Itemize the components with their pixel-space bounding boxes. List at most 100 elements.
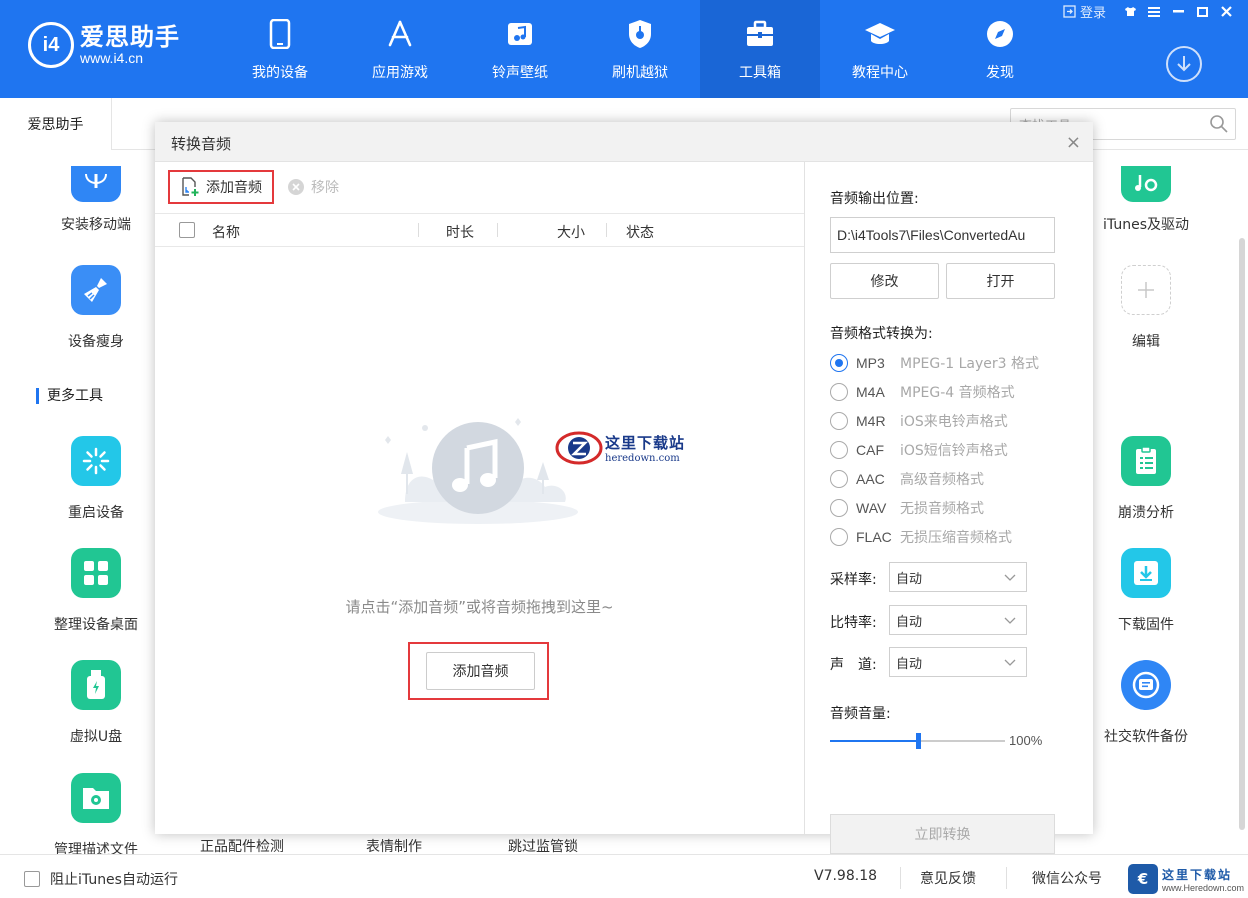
- tool-emoji-make[interactable]: 表情制作: [366, 836, 422, 856]
- nav-apps-games[interactable]: 应用游戏: [340, 0, 460, 98]
- dialog-title: 转换音频: [171, 135, 232, 153]
- convert-now-button[interactable]: 立即转换: [830, 814, 1055, 854]
- volume-label: 音频音量:: [830, 706, 891, 722]
- nav-ringtones[interactable]: 铃声壁纸: [460, 0, 580, 98]
- app-store-icon: [384, 18, 416, 50]
- music-note-icon: [504, 18, 536, 50]
- tool-restart-device[interactable]: 重启设备: [16, 436, 176, 522]
- column-duration[interactable]: 时长: [446, 222, 474, 242]
- window-controls: 登录: [1063, 2, 1238, 21]
- output-path-field[interactable]: D:\i4Tools7\Files\ConvertedAu: [830, 217, 1055, 253]
- open-button[interactable]: 打开: [946, 263, 1055, 299]
- grid-icon: [71, 548, 121, 598]
- chevron-down-icon: [1004, 574, 1016, 581]
- column-name[interactable]: 名称: [212, 222, 240, 242]
- volume-slider[interactable]: [830, 733, 1005, 749]
- nav-label: 应用游戏: [372, 65, 428, 81]
- add-audio-label: 添加音频: [206, 180, 262, 196]
- plus-icon: [1121, 265, 1171, 315]
- add-audio-button[interactable]: 添加音频: [168, 170, 274, 204]
- radio-button[interactable]: [830, 412, 848, 430]
- radio-button[interactable]: [830, 441, 848, 459]
- tool-organize-desktop[interactable]: 整理设备桌面: [16, 548, 176, 634]
- divider: [900, 867, 901, 889]
- column-status[interactable]: 状态: [626, 222, 654, 242]
- close-window-icon[interactable]: [1214, 3, 1238, 21]
- menu-icon[interactable]: [1142, 3, 1166, 21]
- login-icon: [1063, 5, 1076, 18]
- format-option-flac[interactable]: FLAC 无损压缩音频格式: [830, 527, 1012, 547]
- radio-button[interactable]: [830, 528, 848, 546]
- radio-button[interactable]: [830, 383, 848, 401]
- minimize-icon[interactable]: [1166, 3, 1190, 21]
- format-option-wav[interactable]: WAV 无损音频格式: [830, 498, 984, 518]
- radio-button[interactable]: [830, 354, 848, 372]
- maximize-icon[interactable]: [1190, 3, 1214, 21]
- version-label: V7.98.18: [814, 868, 878, 884]
- install-mobile-icon: [71, 166, 121, 202]
- logo-name: 爱思助手: [80, 23, 180, 51]
- nav-tutorials[interactable]: 教程中心: [820, 0, 940, 98]
- checkbox-box[interactable]: [24, 871, 40, 887]
- profile-gear-icon: [71, 773, 121, 823]
- skin-icon[interactable]: [1118, 3, 1142, 21]
- sample-rate-select[interactable]: 自动: [889, 562, 1027, 592]
- column-size[interactable]: 大小: [557, 222, 585, 242]
- format-option-m4a[interactable]: M4A MPEG-4 音频格式: [830, 382, 1015, 402]
- tool-genuine-check[interactable]: 正品配件检测: [200, 836, 284, 856]
- format-option-mp3[interactable]: MP3 MPEG-1 Layer3 格式: [830, 353, 1039, 373]
- heredown-logo-icon: €: [1128, 864, 1158, 894]
- tool-virtual-udisk[interactable]: 虚拟U盘: [16, 660, 176, 746]
- tab-i4-assistant[interactable]: 爱思助手: [0, 98, 112, 150]
- remove-button[interactable]: 移除: [287, 177, 339, 197]
- usb-drive-icon: [71, 660, 121, 710]
- channel-select[interactable]: 自动: [889, 647, 1027, 677]
- output-location-label: 音频输出位置:: [830, 191, 919, 207]
- status-bar: 阻止iTunes自动运行 V7.98.18 意见反馈 微信公众号 € 这里下载站…: [0, 854, 1248, 898]
- format-code: AAC: [856, 471, 885, 487]
- radio-button[interactable]: [830, 499, 848, 517]
- tool-label: 设备瘦身: [68, 334, 124, 350]
- broom-icon: [71, 265, 121, 315]
- tool-manage-profiles[interactable]: 管理描述文件: [16, 773, 176, 859]
- wechat-link[interactable]: 微信公众号: [1032, 868, 1102, 888]
- format-option-caf[interactable]: CAF iOS短信铃声格式: [830, 440, 1008, 460]
- tool-label: iTunes及驱动: [1103, 217, 1189, 233]
- volume-percent: 100%: [1009, 733, 1043, 748]
- format-option-m4r[interactable]: M4R iOS来电铃声格式: [830, 411, 1008, 431]
- feedback-link[interactable]: 意见反馈: [920, 868, 976, 888]
- block-itunes-label: 阻止iTunes自动运行: [50, 872, 178, 888]
- watermark-url: www.Heredown.com: [1162, 882, 1245, 893]
- remove-label: 移除: [311, 180, 339, 196]
- tool-slim-device[interactable]: 设备瘦身: [16, 265, 176, 351]
- page-scrollbar[interactable]: [1239, 238, 1245, 830]
- download-icon[interactable]: [1166, 46, 1202, 82]
- search-icon[interactable]: [1209, 114, 1229, 134]
- nav-discover[interactable]: 发现: [940, 0, 1060, 98]
- compass-icon: [984, 18, 1016, 50]
- heredown-url: heredown.com: [605, 453, 680, 464]
- format-desc: MPEG-4 音频格式: [900, 385, 1015, 401]
- tool-install-mobile[interactable]: 安装移动端: [16, 166, 176, 234]
- restart-icon: [71, 436, 121, 486]
- close-icon[interactable]: ×: [1066, 132, 1081, 153]
- bit-rate-select[interactable]: 自动: [889, 605, 1027, 635]
- nav-toolbox[interactable]: 工具箱: [700, 0, 820, 98]
- format-code: M4A: [856, 384, 885, 400]
- select-all-checkbox[interactable]: [179, 222, 195, 238]
- login-link[interactable]: 登录: [1063, 2, 1106, 21]
- shield-icon: [624, 18, 656, 50]
- block-itunes-checkbox[interactable]: 阻止iTunes自动运行: [24, 869, 178, 889]
- modify-button[interactable]: 修改: [830, 263, 939, 299]
- audio-list-panel: 添加音频 移除 名称 时长 大小 状态 这里下载站 heredown.com 请…: [155, 162, 804, 834]
- add-audio-center-button[interactable]: 添加音频: [426, 652, 535, 690]
- toolbox-icon: [744, 18, 776, 50]
- volume-thumb[interactable]: [915, 733, 921, 749]
- format-desc: iOS来电铃声格式: [900, 414, 1008, 430]
- radio-button[interactable]: [830, 470, 848, 488]
- format-option-aac[interactable]: AAC 高级音频格式: [830, 469, 984, 489]
- dialog-header: 转换音频 ×: [155, 122, 1093, 162]
- tool-skip-supervision[interactable]: 跳过监管锁: [508, 836, 578, 856]
- nav-my-device[interactable]: 我的设备: [220, 0, 340, 98]
- nav-flash-jailbreak[interactable]: 刷机越狱: [580, 0, 700, 98]
